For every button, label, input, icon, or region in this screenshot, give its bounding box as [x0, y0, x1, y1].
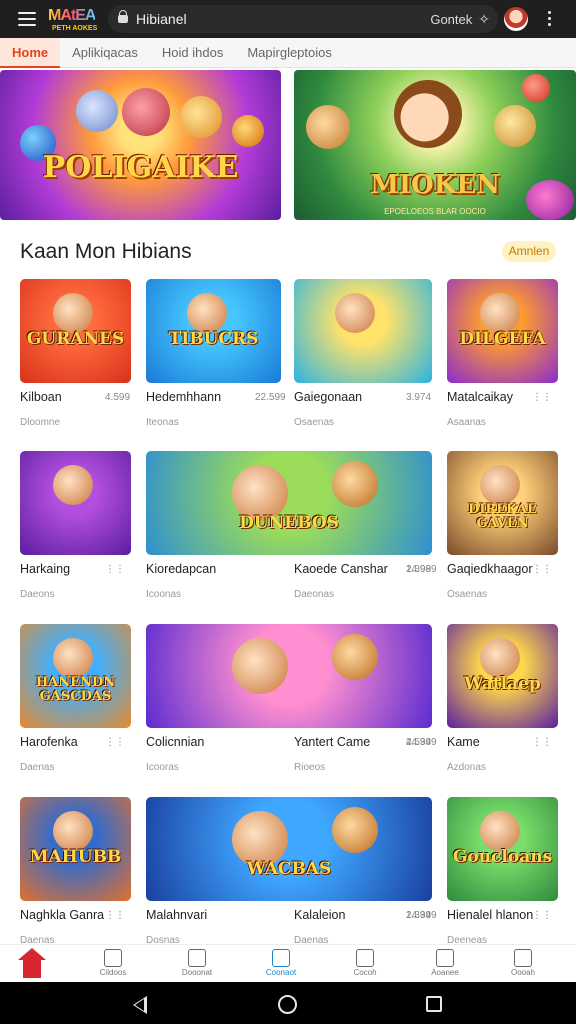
- profile-avatar[interactable]: [504, 7, 528, 31]
- banner-title: MIOKEN: [370, 170, 500, 200]
- game-title[interactable]: Harkaing: [20, 562, 70, 576]
- game-subtitle: Daenas: [20, 762, 55, 773]
- game-thumbnail[interactable]: HANENDN GASCDAS: [20, 624, 131, 728]
- nav-label: Cocoh: [353, 968, 377, 977]
- back-icon[interactable]: [133, 996, 147, 1014]
- url-text: Hibianel: [136, 11, 187, 27]
- game-subtitle: Daeons: [20, 589, 55, 600]
- nav-label: Cildoos: [99, 968, 127, 977]
- game-title[interactable]: Naghkla Ganra: [20, 908, 104, 922]
- game-title[interactable]: Harofenka: [20, 735, 78, 749]
- game-art-title: GURANES: [26, 329, 125, 349]
- bottom-nav-item[interactable]: Oooah: [488, 945, 558, 983]
- game-thumbnail[interactable]: Watlaep: [447, 624, 558, 728]
- game-title[interactable]: Malahnvari: [146, 908, 207, 922]
- game-art-title: TIBUCRS: [168, 329, 259, 349]
- game-title[interactable]: Kioredapcan: [146, 562, 216, 576]
- address-bar[interactable]: Hibianel Gontek ✧: [108, 5, 498, 33]
- featured-banner[interactable]: POLIGAIKE: [0, 70, 281, 220]
- tab-multiplayer[interactable]: Mapirgleptoios: [235, 38, 344, 68]
- nav-label: Aoanee: [431, 968, 459, 977]
- game-art-title: HANENDN GASCDAS: [35, 675, 116, 704]
- game-title[interactable]: Kilboan: [20, 390, 62, 404]
- nav-icon: [436, 949, 454, 967]
- game-subtitle: Osaenas: [447, 589, 488, 600]
- game-title[interactable]: Colicnnian: [146, 735, 204, 749]
- menu-icon[interactable]: [18, 12, 36, 26]
- game-thumbnail[interactable]: [146, 624, 432, 728]
- game-title[interactable]: Kaoede Canshar: [294, 562, 388, 576]
- nav-icon: [514, 949, 532, 967]
- game-subtitle: Rioeos: [294, 762, 326, 773]
- nav-icon: [188, 949, 206, 967]
- nav-icon: [356, 949, 374, 967]
- tab-applications[interactable]: Aplikiqacas: [60, 38, 150, 68]
- game-subtitle: Icoonas: [146, 589, 182, 600]
- bookmark-icon[interactable]: ✧: [478, 11, 490, 28]
- game-thumbnail[interactable]: WACBAS: [146, 797, 432, 901]
- game-art-title: Goucloans: [452, 847, 553, 867]
- bottom-nav-item[interactable]: Dooonat: [162, 945, 232, 983]
- game-title[interactable]: Yantert Came: [294, 735, 370, 749]
- game-subtitle: Osaenas: [294, 417, 335, 428]
- game-thumbnail[interactable]: DUNEBOS: [146, 451, 432, 555]
- featured-banner[interactable]: MIOKEN EPOELOEOS BLAR OOCIO: [294, 70, 576, 220]
- banner-title: POLIGAIKE: [42, 150, 239, 185]
- section-title: Kaan Mon Hibians: [20, 240, 192, 263]
- nav-label: Dooonat: [181, 968, 213, 977]
- game-subtitle: Dloomne: [20, 417, 61, 428]
- banner-subtitle: EPOELOEOS BLAR OOCIO: [384, 207, 486, 216]
- game-title[interactable]: Hienalel hlanon: [447, 908, 533, 922]
- game-subtitle: Iteonas: [146, 417, 179, 428]
- game-art-title: DILGEFA: [459, 329, 546, 349]
- game-thumbnail[interactable]: Goucloans: [447, 797, 558, 901]
- tab-hot[interactable]: Hoid ihdos: [150, 38, 235, 68]
- nav-label: Oooah: [510, 968, 536, 977]
- game-title[interactable]: Hedemhhann: [146, 390, 221, 404]
- game-title[interactable]: Gaiegonaan: [294, 390, 362, 404]
- game-title[interactable]: Kalaleion: [294, 908, 345, 922]
- game-thumbnail[interactable]: DILGEFA: [447, 279, 558, 383]
- bottom-nav-item[interactable]: Aoanee: [410, 945, 480, 983]
- game-subtitle: Icooras: [146, 762, 179, 773]
- game-title[interactable]: Gaqiedkhaagor: [447, 562, 532, 576]
- recent-apps-icon[interactable]: [426, 996, 442, 1012]
- game-thumbnail[interactable]: [294, 279, 432, 383]
- game-thumbnail[interactable]: [20, 451, 131, 555]
- lock-icon: [118, 10, 128, 23]
- game-thumbnail[interactable]: DIREKAE GAVEN: [447, 451, 558, 555]
- site-action-label[interactable]: Gontek: [430, 12, 472, 27]
- game-subtitle: Azdonas: [447, 762, 486, 773]
- nav-icon: [272, 949, 290, 967]
- game-art-title: Watlaep: [464, 674, 541, 694]
- browser-toolbar: MAtEA PETH AOKES Hibianel Gontek ✧: [0, 0, 576, 38]
- game-art-title: DIREKAE GAVEN: [468, 502, 537, 531]
- bottom-nav-item[interactable]: Cildoos: [78, 945, 148, 983]
- game-art-title: MAHUBB: [29, 847, 122, 867]
- game-art-title: DUNEBOS: [239, 513, 339, 533]
- game-thumbnail[interactable]: MAHUBB: [20, 797, 131, 901]
- game-art-title: WACBAS: [246, 859, 332, 879]
- bottom-nav-item[interactable]: Cocoh: [330, 945, 400, 983]
- see-more-button[interactable]: Amnlen: [502, 241, 556, 262]
- nav-label: Coonaot: [265, 968, 297, 977]
- nav-icon: [104, 949, 122, 967]
- game-thumbnail[interactable]: TIBUCRS: [146, 279, 281, 383]
- game-subtitle: Asaanas: [447, 417, 486, 428]
- game-title[interactable]: Kame: [447, 735, 480, 749]
- game-subtitle: Daeonas: [294, 589, 335, 600]
- bottom-nav-item[interactable]: Coonaot: [246, 945, 316, 983]
- home-icon[interactable]: [18, 948, 46, 978]
- tab-home[interactable]: Home: [0, 37, 61, 68]
- game-thumbnail[interactable]: GURANES: [20, 279, 131, 383]
- game-title[interactable]: Matalcaikay: [447, 390, 513, 404]
- category-tabs: Home Aplikiqacas Hoid ihdos Mapirgleptoi…: [0, 37, 576, 68]
- bottom-navigation: Cildoos Dooonat Coonaot Cocoh Aoanee Oooah: [0, 944, 576, 982]
- site-logo[interactable]: MAtEA PETH AOKES: [48, 4, 102, 34]
- more-options-icon[interactable]: [548, 11, 551, 26]
- home-button-icon[interactable]: [278, 995, 297, 1014]
